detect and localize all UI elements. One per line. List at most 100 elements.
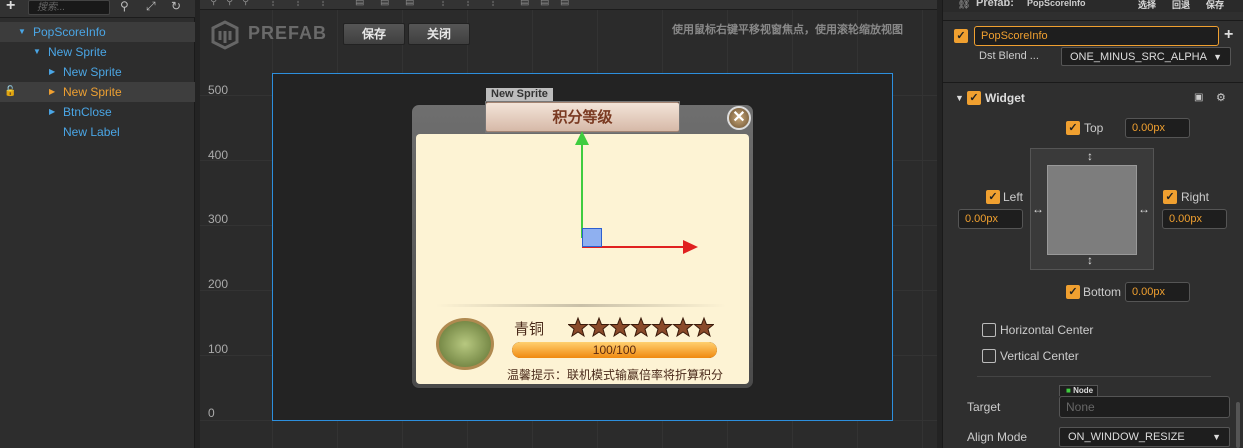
tree-item-new-sprite-child[interactable]: ▶ New Sprite: [0, 62, 195, 82]
star-icon: [673, 317, 693, 337]
prefab-mode-label: PREFAB: [248, 23, 328, 43]
search-icon[interactable]: ⚲: [120, 0, 129, 13]
gizmo-center-handle[interactable]: [582, 228, 602, 247]
tree-item-new-label[interactable]: New Label: [0, 122, 195, 142]
prefab-name: PopScoreInfo: [1027, 0, 1086, 8]
tree-item-btnclose[interactable]: ▶ BtnClose: [0, 102, 195, 122]
star-icon: [652, 317, 672, 337]
help-book-icon[interactable]: ▣: [1194, 92, 1203, 103]
y-axis-label: 300: [208, 212, 229, 226]
left-value-input[interactable]: 0.00px: [958, 209, 1023, 229]
zoom-in-icon[interactable]: ⚲: [210, 0, 217, 7]
prefab-label: Prefab:: [976, 0, 1014, 9]
target-type-tag: ■ Node: [1059, 385, 1099, 396]
collapsed-arrow-icon[interactable]: ▶: [49, 102, 55, 122]
tree-item-label: BtnClose: [63, 105, 112, 119]
add-component-icon[interactable]: +: [1224, 26, 1233, 44]
gear-icon[interactable]: ⚙: [1216, 91, 1226, 104]
align-vcenter-icon[interactable]: ▤: [380, 0, 389, 7]
bottom-value-input[interactable]: 0.00px: [1125, 282, 1190, 302]
tree-item-new-sprite-selected[interactable]: 🔓 ▶ New Sprite: [0, 82, 195, 102]
link-icon: ⛓: [957, 0, 971, 10]
top-checkbox[interactable]: ✓: [1066, 121, 1080, 135]
grid-line: [922, 10, 923, 448]
rank-stars: [568, 317, 714, 337]
align-mode-label: Align Mode: [967, 430, 1028, 444]
scene-view[interactable]: ⚲ ⚲ ⚲ ┊ ┊ ┊ ▤ ▤ ▤ ┊ ┊ ┊ ▤ ▤ ▤ PREFAB 保存 …: [200, 0, 937, 448]
gizmo-y-axis[interactable]: [581, 143, 583, 238]
chevron-down-icon: ▼: [1213, 52, 1222, 62]
top-value-input[interactable]: 0.00px: [1125, 118, 1190, 138]
popup-divider: [436, 304, 726, 307]
expand-arrow-icon[interactable]: ▼: [18, 22, 26, 42]
collapsed-arrow-icon[interactable]: ▶: [49, 82, 55, 102]
distribute-vcenter-icon[interactable]: ┊: [465, 0, 471, 7]
divider: [943, 20, 1243, 21]
align-bottom-icon[interactable]: ▤: [405, 0, 414, 7]
node-active-checkbox[interactable]: ✓: [954, 29, 968, 43]
selection-outline: [485, 101, 680, 133]
target-node-field[interactable]: None: [1059, 396, 1230, 418]
node-type-dot-icon: ■: [1066, 386, 1071, 395]
bottom-checkbox[interactable]: ✓: [1066, 285, 1080, 299]
align-mode-value: ON_WINDOW_RESIZE: [1068, 431, 1185, 443]
left-checkbox[interactable]: ✓: [986, 190, 1000, 204]
distribute-hcenter-icon[interactable]: ▤: [540, 0, 549, 7]
node-name-input[interactable]: PopScoreInfo: [974, 26, 1219, 46]
y-axis-label: 0: [208, 406, 215, 420]
tree-item-popscoreinfo[interactable]: ▼ PopScoreInfo: [0, 22, 195, 42]
save-button[interactable]: 保存: [343, 23, 405, 45]
zoom-reset-icon[interactable]: ⚲: [242, 0, 249, 7]
y-axis-label: 200: [208, 277, 229, 291]
y-axis-label: 100: [208, 342, 229, 356]
horizontal-center-label: Horizontal Center: [1000, 323, 1094, 337]
right-checkbox[interactable]: ✓: [1163, 190, 1177, 204]
expand-arrow-icon[interactable]: ▼: [33, 42, 41, 62]
distribute-bottom-icon[interactable]: ┊: [490, 0, 496, 7]
target-label: Target: [967, 400, 1001, 414]
top-margin-arrow-icon: ↕: [1087, 149, 1093, 163]
tree-item-label: PopScoreInfo: [33, 25, 106, 39]
gizmo-x-arrow-icon[interactable]: [683, 240, 698, 254]
align-mode-select[interactable]: ON_WINDOW_RESIZE ▼: [1059, 427, 1230, 447]
align-right-icon[interactable]: ┊: [320, 0, 326, 7]
vertical-center-checkbox[interactable]: [982, 349, 996, 363]
prefab-revert-button[interactable]: 回退: [1172, 0, 1190, 11]
distribute-right-icon[interactable]: ▤: [560, 0, 569, 7]
dst-blend-select[interactable]: ONE_MINUS_SRC_ALPHA ▼: [1061, 47, 1231, 66]
collapsed-arrow-icon[interactable]: ▶: [49, 62, 55, 82]
dst-blend-label: Dst Blend ...: [979, 50, 1039, 62]
lock-icon[interactable]: 🔓: [4, 82, 16, 102]
widget-enabled-checkbox[interactable]: ✓: [967, 91, 981, 105]
tree-item-new-sprite[interactable]: ▼ New Sprite: [0, 42, 195, 62]
hierarchy-search-input[interactable]: 搜索...: [28, 0, 110, 15]
left-margin-arrow-icon: ↔: [1032, 202, 1044, 216]
zoom-out-icon[interactable]: ⚲: [226, 0, 233, 7]
distribute-left-icon[interactable]: ▤: [520, 0, 529, 7]
prefab-save-button[interactable]: 保存: [1206, 0, 1224, 11]
add-node-icon[interactable]: +: [6, 0, 15, 15]
close-button[interactable]: 关闭: [408, 23, 470, 45]
chevron-down-icon: ▼: [1212, 432, 1221, 442]
inspector-scrollbar[interactable]: [1236, 402, 1240, 448]
collapse-icon[interactable]: ⤢: [146, 0, 156, 14]
horizontal-center-checkbox[interactable]: [982, 323, 996, 337]
popup-tip-text: 温馨提示：联机模式输赢倍率将折算积分: [507, 368, 724, 382]
right-label: Right: [1181, 190, 1210, 204]
refresh-icon[interactable]: ↻: [171, 0, 181, 13]
right-value-input[interactable]: 0.00px: [1162, 209, 1227, 229]
prefab-select-button[interactable]: 选择: [1138, 0, 1156, 11]
scene-toolbar: ⚲ ⚲ ⚲ ┊ ┊ ┊ ▤ ▤ ▤ ┊ ┊ ┊ ▤ ▤ ▤: [200, 0, 937, 10]
selection-name-tag: New Sprite: [486, 88, 553, 101]
dst-blend-value: ONE_MINUS_SRC_ALPHA: [1070, 51, 1207, 63]
gizmo-y-arrow-icon[interactable]: [575, 131, 589, 145]
align-left-icon[interactable]: ┊: [270, 0, 276, 7]
align-hcenter-icon[interactable]: ┊: [295, 0, 301, 7]
collapse-arrow-icon[interactable]: ▼: [955, 93, 964, 103]
star-icon: [631, 317, 651, 337]
divider: [943, 82, 1243, 83]
align-top-icon[interactable]: ▤: [355, 0, 364, 7]
hierarchy-toolbar: + 搜索... ⚲ ⤢ ↻: [0, 0, 195, 18]
distribute-top-icon[interactable]: ┊: [440, 0, 446, 7]
btn-close-x-icon[interactable]: ✕: [727, 106, 751, 130]
